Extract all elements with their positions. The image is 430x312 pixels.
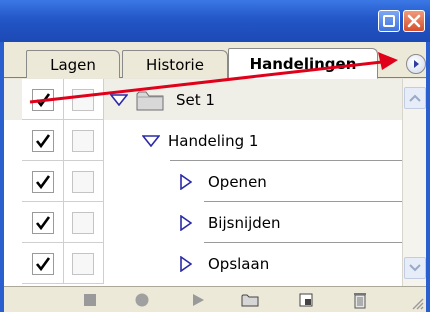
checkmark-icon (35, 134, 51, 149)
tab-label: Historie (146, 55, 204, 74)
checkmark-icon (35, 175, 51, 190)
toggle-item-checkbox[interactable] (32, 253, 54, 275)
new-set-icon (241, 294, 259, 307)
checkmark-icon (35, 257, 51, 272)
folder-icon (136, 91, 164, 110)
action-row-content: Handeling 1 (142, 120, 258, 161)
checkmark-icon (35, 216, 51, 231)
toggle-item-checkbox[interactable] (32, 171, 54, 193)
step-label: Opslaan (208, 254, 270, 273)
scroll-down-button[interactable] (404, 257, 426, 279)
step-label: Bijsnijden (208, 213, 281, 232)
panel-menu-button[interactable] (406, 54, 426, 74)
tab-label: Handelingen (249, 54, 357, 73)
chevron-down-icon (409, 264, 421, 272)
list-item-set[interactable]: Set 1 (4, 79, 402, 120)
step-row-content: Opslaan (180, 243, 269, 284)
vertical-scrollbar[interactable] (402, 79, 426, 286)
minimize-button[interactable] (378, 10, 400, 32)
close-icon (407, 14, 421, 28)
new-action-icon (299, 293, 313, 307)
record-icon (135, 293, 149, 307)
toggle-item-checkbox[interactable] (32, 212, 54, 234)
action-label: Handeling 1 (168, 131, 259, 150)
stop-button[interactable] (80, 291, 100, 309)
scroll-up-button[interactable] (404, 87, 426, 109)
dialog-column (64, 202, 104, 243)
actions-panel-window: Lagen Historie Handelingen Set 1 Handeli… (0, 0, 430, 312)
step-row-content: Openen (180, 161, 267, 202)
step-label: Openen (208, 172, 267, 191)
expand-triangle-down-icon[interactable] (110, 93, 128, 106)
list-item-action[interactable]: Handeling 1 (4, 120, 402, 161)
toggle-dialog-checkbox[interactable] (72, 89, 94, 111)
record-button[interactable] (132, 291, 152, 309)
toggle-column (22, 79, 64, 120)
toggle-item-checkbox[interactable] (32, 130, 54, 152)
close-button[interactable] (403, 10, 425, 32)
tab-lagen[interactable]: Lagen (26, 50, 120, 78)
play-icon (193, 294, 204, 306)
set-row-content: Set 1 (110, 79, 215, 120)
toggle-dialog-checkbox[interactable] (72, 171, 94, 193)
tab-bar: Lagen Historie Handelingen (4, 42, 426, 79)
expand-triangle-right-icon[interactable] (180, 255, 192, 272)
set-label: Set 1 (176, 90, 215, 109)
toggle-column (22, 120, 64, 161)
new-action-button[interactable] (296, 291, 316, 309)
dialog-column (64, 161, 104, 202)
toggle-column (22, 161, 64, 202)
toggle-dialog-checkbox[interactable] (72, 130, 94, 152)
actions-toolbar (4, 286, 426, 312)
chevron-up-icon (409, 94, 421, 102)
dialog-column (64, 79, 104, 120)
toggle-column (22, 243, 64, 284)
expand-triangle-down-icon[interactable] (142, 134, 160, 147)
stop-icon (84, 294, 96, 306)
list-item-step[interactable]: Bijsnijden (4, 202, 402, 243)
list-item-step[interactable]: Opslaan (4, 243, 402, 284)
expand-triangle-right-icon[interactable] (180, 214, 192, 231)
tab-label: Lagen (50, 55, 96, 74)
tab-handelingen[interactable]: Handelingen (228, 48, 378, 79)
title-bar (0, 0, 430, 42)
resize-grip-icon[interactable] (410, 296, 424, 310)
panel-menu-icon (414, 60, 419, 68)
toggle-item-checkbox[interactable] (32, 89, 54, 111)
dialog-column (64, 120, 104, 161)
delete-icon (354, 293, 366, 309)
expand-triangle-right-icon[interactable] (180, 173, 192, 190)
toggle-dialog-checkbox[interactable] (72, 212, 94, 234)
tab-historie[interactable]: Historie (122, 50, 228, 78)
play-button[interactable] (188, 291, 208, 309)
dialog-column (64, 243, 104, 284)
actions-list: Set 1 Handeling 1 Openen Bijsnijden Opsl… (4, 79, 402, 286)
list-item-step[interactable]: Openen (4, 161, 402, 202)
minimize-icon (383, 15, 395, 27)
delete-button[interactable] (350, 291, 370, 309)
toggle-column (22, 202, 64, 243)
checkmark-icon (35, 93, 51, 108)
step-row-content: Bijsnijden (180, 202, 281, 243)
toggle-dialog-checkbox[interactable] (72, 253, 94, 275)
new-set-button[interactable] (240, 291, 260, 309)
